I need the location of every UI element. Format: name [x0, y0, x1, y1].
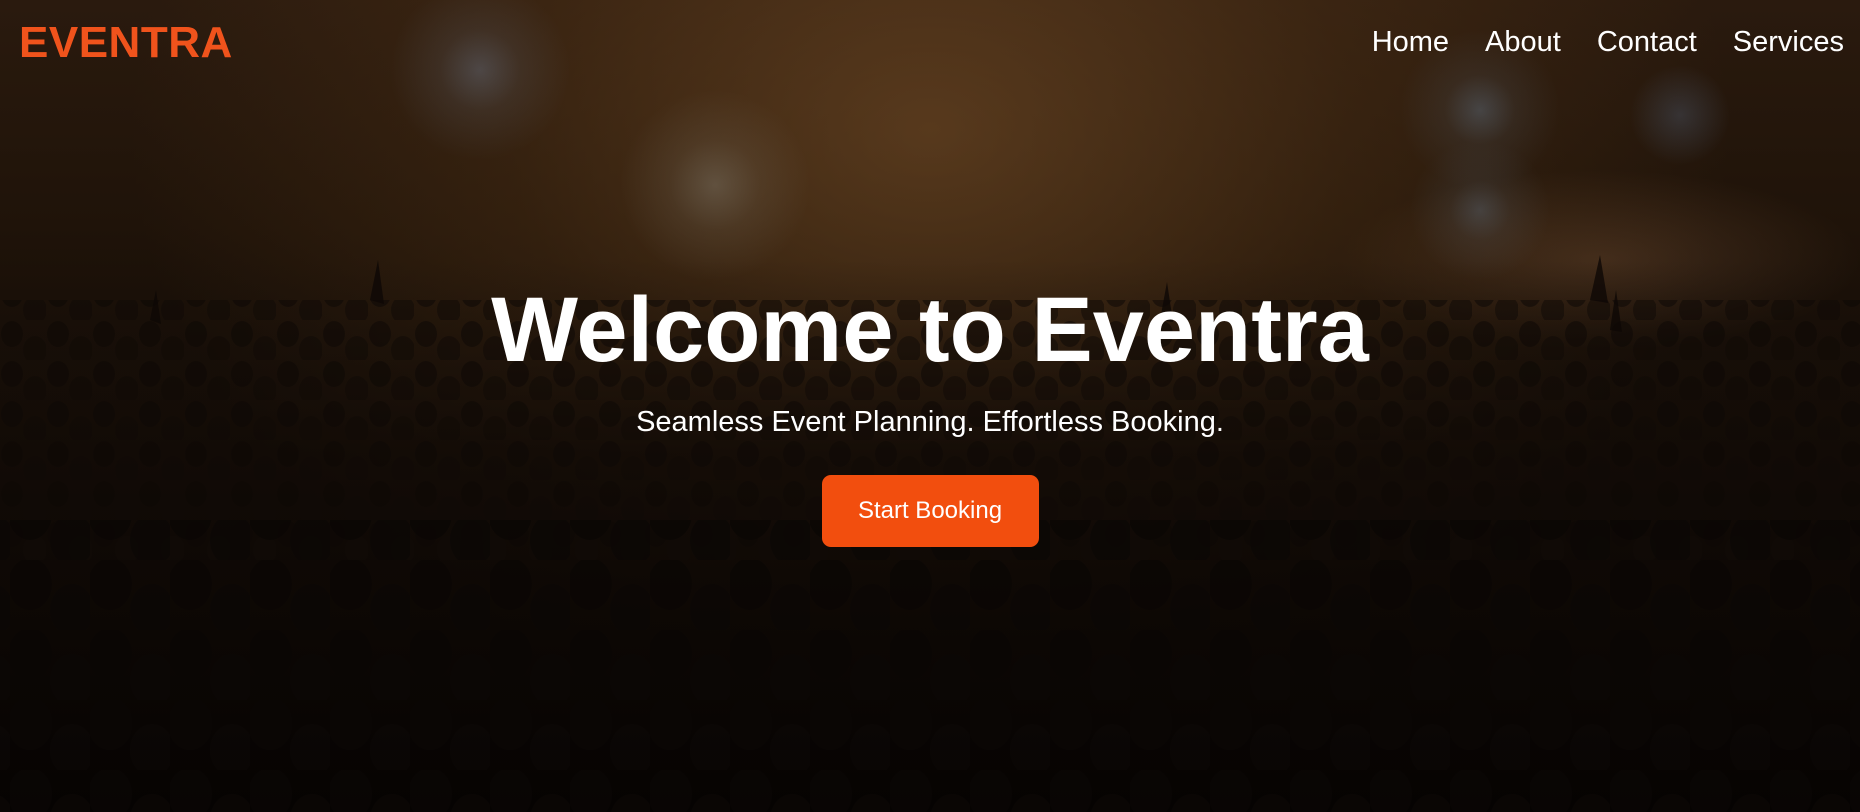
nav-link-services[interactable]: Services	[1733, 24, 1844, 60]
eventra-logo[interactable]: EVENTRA	[19, 18, 233, 68]
top-navbar: EVENTRA Home About Contact Services	[0, 0, 1860, 86]
hero-content: Welcome to Eventra Seamless Event Planni…	[0, 270, 1860, 547]
nav-link-home[interactable]: Home	[1372, 24, 1449, 60]
hero-subtitle: Seamless Event Planning. Effortless Book…	[636, 406, 1224, 438]
start-booking-button[interactable]: Start Booking	[821, 475, 1039, 547]
nav-link-contact[interactable]: Contact	[1597, 24, 1697, 60]
nav-link-about[interactable]: About	[1485, 24, 1561, 60]
hero-section: EVENTRA Home About Contact Services Welc…	[0, 0, 1860, 812]
hero-title: Welcome to Eventra	[491, 279, 1369, 381]
nav-links: Home About Contact Services	[1372, 24, 1844, 60]
